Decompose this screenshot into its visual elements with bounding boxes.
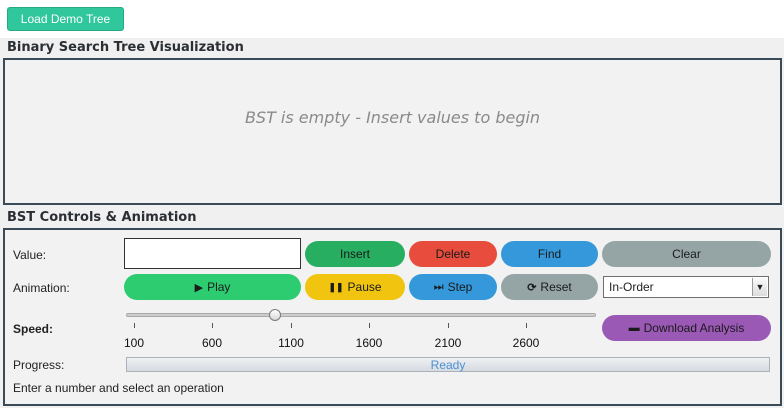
download-analysis-label: Download Analysis (643, 321, 745, 335)
progress-status: Ready (430, 357, 466, 372)
reset-button-label: Reset (540, 280, 572, 294)
play-button-label: Play (207, 280, 231, 294)
speed-tick-label: 1600 (355, 336, 383, 350)
insert-button-label: Insert (339, 247, 370, 261)
status-message: Enter a number and select an operation (13, 381, 224, 395)
toolbar: Load Demo Tree (0, 0, 784, 38)
play-button[interactable]: ▶ Play (124, 274, 301, 300)
speed-tick-label: 600 (201, 336, 223, 350)
speed-label: Speed: (13, 322, 54, 336)
chevron-down-icon[interactable]: ▼ (752, 278, 767, 296)
speed-tick-mark (134, 323, 135, 328)
pause-button[interactable]: ❚❚ Pause (305, 274, 405, 300)
clear-button-label: Clear (672, 247, 701, 261)
find-button-label: Find (537, 247, 562, 261)
play-icon: ▶ (194, 281, 204, 294)
load-demo-tree-button[interactable]: Load Demo Tree (7, 7, 124, 31)
value-label: Value: (13, 248, 47, 262)
controls-title: BST Controls & Animation (7, 210, 197, 225)
pause-button-label: Pause (347, 280, 382, 294)
speed-slider-track[interactable] (126, 313, 596, 317)
speed-tick-label: 2100 (434, 336, 462, 350)
speed-slider-thumb[interactable] (269, 309, 281, 321)
speed-tick-mark (369, 323, 370, 328)
refresh-icon: ⟳ (527, 281, 537, 294)
pause-icon: ❚❚ (328, 281, 344, 292)
speed-tick-label: 2600 (512, 336, 540, 350)
speed-tick-mark (291, 323, 292, 328)
progress-bar: Ready (126, 357, 770, 372)
empty-tree-message: BST is empty - Insert values to begin (244, 108, 541, 127)
find-button[interactable]: Find (501, 241, 598, 267)
traversal-select-value: In-Order (609, 280, 654, 294)
speed-tick-mark (212, 323, 213, 328)
speed-tick-mark (526, 323, 527, 328)
value-input[interactable] (124, 238, 301, 269)
animation-label: Animation: (13, 281, 70, 295)
speed-tick-label: 1100 (278, 336, 304, 350)
speed-tick-mark (448, 323, 449, 328)
tree-canvas[interactable]: BST is empty - Insert values to begin (3, 58, 782, 205)
reset-button[interactable]: ⟳ Reset (501, 274, 598, 300)
traversal-select[interactable]: In-Order ▼ (603, 276, 769, 298)
visualization-title: Binary Search Tree Visualization (7, 40, 244, 55)
download-analysis-button[interactable]: ▬ Download Analysis (602, 315, 771, 341)
step-button-label: Step (447, 280, 473, 294)
clear-button[interactable]: Clear (602, 241, 771, 267)
insert-button[interactable]: Insert (305, 241, 405, 267)
step-forward-icon: ⏭ (433, 280, 444, 293)
step-button[interactable]: ⏭ Step (409, 274, 497, 300)
speed-tick-label: 100 (123, 336, 145, 350)
folder-icon: ▬ (628, 322, 640, 334)
progress-label: Progress: (13, 358, 65, 372)
delete-button-label: Delete (435, 247, 471, 261)
delete-button[interactable]: Delete (409, 241, 497, 267)
